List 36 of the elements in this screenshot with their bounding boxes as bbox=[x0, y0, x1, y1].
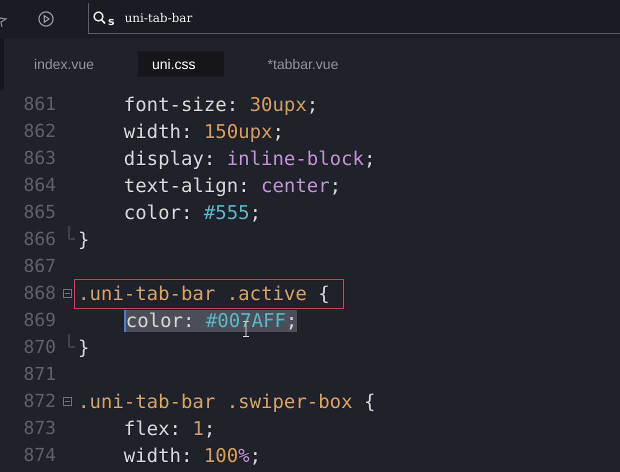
fold-end-icon bbox=[68, 334, 74, 348]
fold-icon[interactable] bbox=[62, 397, 72, 406]
line-number: 861 bbox=[22, 94, 56, 115]
code-text: text-align: center; bbox=[124, 174, 342, 196]
code-text: } bbox=[78, 336, 90, 358]
line-number: 872 bbox=[22, 391, 56, 412]
fold-icon[interactable] bbox=[62, 289, 72, 298]
code-text: .uni-tab-bar .swiper-box { bbox=[78, 390, 376, 412]
line-number: 873 bbox=[22, 418, 56, 439]
line-number: 874 bbox=[22, 445, 56, 466]
search-icon bbox=[93, 11, 106, 25]
search-mode-label: s bbox=[108, 14, 115, 28]
play-icon[interactable] bbox=[38, 11, 54, 27]
line-number: 866 bbox=[22, 229, 56, 250]
file-tab[interactable]: uni.css bbox=[138, 51, 224, 77]
fold-end-icon bbox=[68, 226, 74, 240]
line-number: 865 bbox=[22, 202, 56, 223]
code-text: color: #007AFF; bbox=[124, 310, 298, 332]
line-number: 864 bbox=[22, 175, 56, 196]
code-text: flex: 1; bbox=[124, 418, 216, 440]
line-number: 869 bbox=[22, 310, 56, 331]
code-text: color: #555; bbox=[124, 202, 262, 224]
file-tab[interactable]: index.vue bbox=[18, 51, 110, 77]
code-text: font-size: 30upx; bbox=[124, 94, 318, 116]
line-number: 862 bbox=[22, 121, 56, 142]
line-number: 867 bbox=[22, 256, 56, 277]
code-text: } bbox=[78, 228, 90, 250]
code-text: display: inline-block; bbox=[124, 148, 376, 170]
search-field[interactable]: uni-tab-bar bbox=[124, 11, 620, 25]
line-number: 870 bbox=[22, 337, 56, 358]
line-number: 871 bbox=[22, 364, 56, 385]
line-number: 863 bbox=[22, 148, 56, 169]
line-number: 868 bbox=[22, 283, 56, 304]
file-tab[interactable]: *tabbar.vue bbox=[252, 51, 354, 77]
code-text: width: 150upx; bbox=[124, 120, 284, 142]
code-text: width: 100%; bbox=[124, 444, 262, 466]
